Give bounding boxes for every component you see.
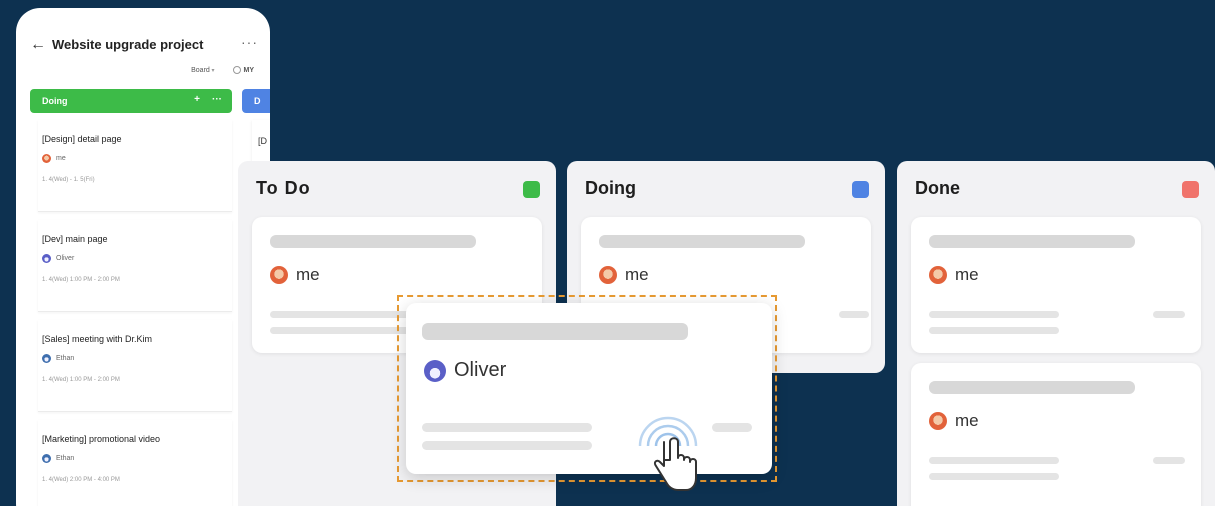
card-assignee: me <box>599 265 649 285</box>
column-title: Doing <box>585 178 636 198</box>
placeholder-bar <box>929 327 1059 334</box>
column-more-icon[interactable]: ··· <box>212 94 222 105</box>
assignee-name: me <box>955 265 979 284</box>
card-assignee: me <box>929 411 979 431</box>
dragging-card[interactable]: Oliver <box>406 303 772 474</box>
assignee-name: me <box>56 155 66 162</box>
assignee-name: me <box>955 411 979 430</box>
assignee-name: me <box>296 265 320 284</box>
assignee-name: Ethan <box>56 355 75 362</box>
task-card[interactable]: [Design] detail page me 1. 4(Wed) - 1. 5… <box>38 120 232 212</box>
my-filter-label: MY <box>243 66 255 74</box>
task-date: 1. 4(Wed) - 1. 5(Fri) <box>42 177 95 183</box>
avatar <box>42 354 51 363</box>
view-select[interactable]: Board <box>191 67 214 74</box>
column-label: Doing <box>42 96 68 106</box>
add-card-icon[interactable]: + <box>194 94 200 105</box>
task-card[interactable]: [Dev] main page Oliver 1. 4(Wed) 1:00 PM… <box>38 220 232 312</box>
avatar <box>599 266 617 284</box>
avatar <box>424 359 446 382</box>
board-column-done: Done me me <box>897 161 1215 506</box>
task-assignee: Ethan <box>42 454 228 463</box>
task-assignee: me <box>42 154 228 163</box>
placeholder-bar <box>599 235 805 248</box>
column-color-swatch[interactable] <box>852 181 869 198</box>
column-color-swatch[interactable] <box>523 181 540 198</box>
placeholder-bar <box>270 235 476 248</box>
view-controls: Board MY <box>191 66 254 74</box>
placeholder-bar <box>1153 457 1185 464</box>
card-assignee: me <box>929 265 979 285</box>
hand-cursor-icon <box>638 416 698 491</box>
task-date: 1. 4(Wed) 2:00 PM - 4:00 PM <box>42 477 120 483</box>
assignee-name: Oliver <box>56 255 75 262</box>
column-header-next[interactable]: D <box>242 89 270 113</box>
column-header-doing[interactable]: Doing + ··· <box>30 89 232 113</box>
column-label: D <box>254 96 261 106</box>
task-date: 1. 4(Wed) 1:00 PM - 2:00 PM <box>42 377 120 383</box>
avatar <box>929 412 947 430</box>
placeholder-bar <box>422 423 592 432</box>
task-card[interactable]: [Sales] meeting with Dr.Kim Ethan 1. 4(W… <box>38 320 232 412</box>
more-options-icon[interactable]: ··· <box>241 34 258 50</box>
assignee-name: Oliver <box>454 359 507 381</box>
task-assignee: Ethan <box>42 354 228 363</box>
task-title: [D <box>258 136 267 146</box>
card-assignee: Oliver <box>424 359 506 382</box>
placeholder-bar <box>929 457 1059 464</box>
column-actions: + ··· <box>194 94 222 105</box>
assignee-name: me <box>625 265 649 284</box>
placeholder-bar <box>929 381 1135 394</box>
phone-mockup: ← Website upgrade project ··· Board MY D… <box>16 8 270 506</box>
avatar <box>42 254 51 263</box>
column-title: To Do <box>256 178 311 198</box>
radio-icon <box>232 66 241 74</box>
avatar <box>42 454 51 463</box>
column-title: Done <box>915 178 960 198</box>
my-filter-toggle[interactable]: MY <box>232 66 255 74</box>
project-title: Website upgrade project <box>52 37 204 52</box>
placeholder-bar <box>929 235 1135 248</box>
card-assignee: me <box>270 265 320 285</box>
board-card[interactable]: me <box>911 217 1201 353</box>
task-title: [Sales] meeting with Dr.Kim <box>42 334 153 344</box>
placeholder-bar <box>712 423 752 432</box>
placeholder-bar <box>422 323 688 340</box>
back-arrow-icon[interactable]: ← <box>30 36 46 54</box>
task-date: 1. 4(Wed) 1:00 PM - 2:00 PM <box>42 277 120 283</box>
assignee-name: Ethan <box>56 455 75 462</box>
column-color-swatch[interactable] <box>1182 181 1199 198</box>
placeholder-bar <box>422 441 592 450</box>
phone-task-list: [Design] detail page me 1. 4(Wed) - 1. 5… <box>38 120 232 506</box>
task-title: [Dev] main page <box>42 234 108 244</box>
placeholder-bar <box>839 311 869 318</box>
avatar <box>270 266 288 284</box>
phone-header: ← Website upgrade project ··· <box>16 34 270 64</box>
task-title: [Marketing] promotional video <box>42 434 161 444</box>
task-title: [Design] detail page <box>42 134 122 144</box>
board-card[interactable]: me <box>911 363 1201 506</box>
task-card[interactable]: [Marketing] promotional video Ethan 1. 4… <box>38 420 232 506</box>
task-assignee: Oliver <box>42 254 228 263</box>
placeholder-bar <box>1153 311 1185 318</box>
placeholder-bar <box>929 473 1059 480</box>
placeholder-bar <box>929 311 1059 318</box>
avatar <box>929 266 947 284</box>
avatar <box>42 154 51 163</box>
